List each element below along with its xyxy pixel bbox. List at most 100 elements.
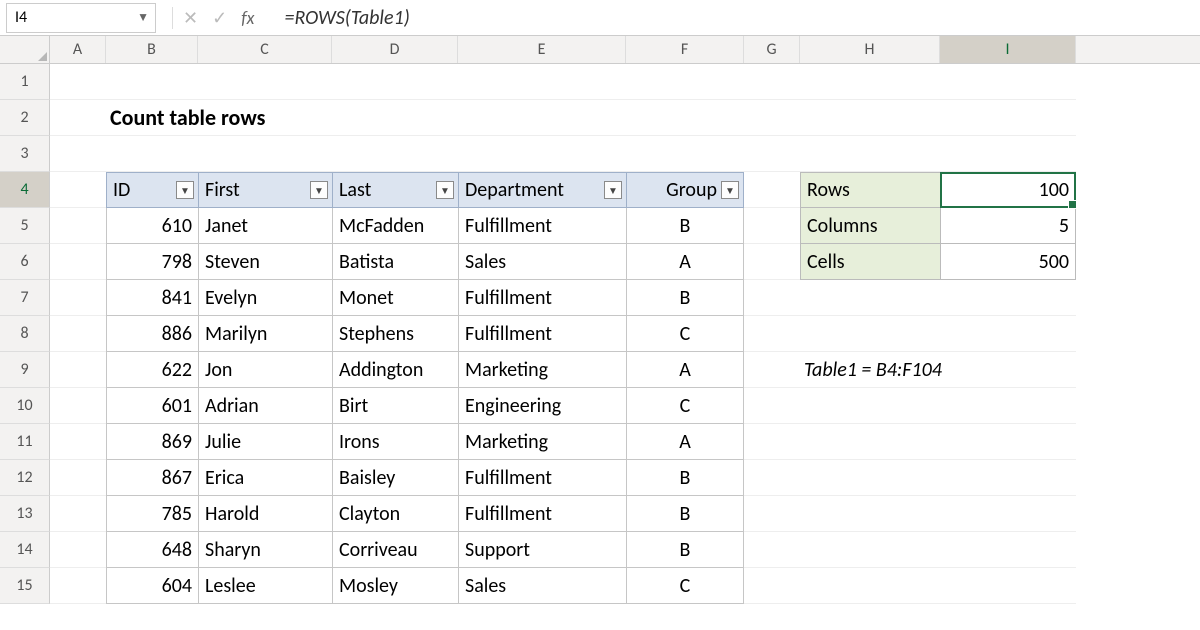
- summary-label[interactable]: Cells: [800, 244, 940, 280]
- select-all-corner[interactable]: [0, 36, 50, 63]
- row-header[interactable]: 1: [0, 64, 50, 100]
- cell[interactable]: [744, 424, 800, 460]
- cell[interactable]: [800, 316, 940, 352]
- table-cell[interactable]: 867: [106, 460, 198, 496]
- table-cell[interactable]: C: [626, 316, 744, 352]
- table-cell[interactable]: Sales: [458, 568, 626, 604]
- filter-dropdown-icon[interactable]: ▼: [436, 181, 454, 199]
- col-header-E[interactable]: E: [458, 36, 626, 63]
- row-header[interactable]: 12: [0, 460, 50, 496]
- table-cell[interactable]: Harold: [198, 496, 332, 532]
- col-header-F[interactable]: F: [626, 36, 744, 63]
- cell[interactable]: [744, 532, 800, 568]
- cell[interactable]: [50, 316, 106, 352]
- cell[interactable]: [940, 532, 1076, 568]
- table-cell[interactable]: Jon: [198, 352, 332, 388]
- col-header-A[interactable]: A: [50, 36, 106, 63]
- cell[interactable]: [458, 136, 626, 172]
- cell[interactable]: [744, 136, 800, 172]
- table-cell[interactable]: Baisley: [332, 460, 458, 496]
- cell[interactable]: [800, 280, 940, 316]
- cell[interactable]: [50, 172, 106, 208]
- table-cell[interactable]: B: [626, 532, 744, 568]
- cell[interactable]: [940, 64, 1076, 100]
- cell[interactable]: [332, 136, 458, 172]
- table-cell[interactable]: Sales: [458, 244, 626, 280]
- cell[interactable]: [940, 280, 1076, 316]
- row-header[interactable]: 7: [0, 280, 50, 316]
- cell[interactable]: [800, 460, 940, 496]
- row-header[interactable]: 10: [0, 388, 50, 424]
- table-cell[interactable]: Clayton: [332, 496, 458, 532]
- table-cell[interactable]: 648: [106, 532, 198, 568]
- table-header-group[interactable]: Group▼: [626, 172, 744, 208]
- row-header[interactable]: 8: [0, 316, 50, 352]
- cell[interactable]: [458, 64, 626, 100]
- table-cell[interactable]: Engineering: [458, 388, 626, 424]
- table-cell[interactable]: A: [626, 352, 744, 388]
- cell[interactable]: [744, 388, 800, 424]
- cell[interactable]: [800, 100, 940, 136]
- cell[interactable]: [50, 532, 106, 568]
- col-header-I[interactable]: I: [940, 36, 1076, 63]
- cell[interactable]: [744, 100, 800, 136]
- table-cell[interactable]: Fulfillment: [458, 316, 626, 352]
- table-cell[interactable]: Evelyn: [198, 280, 332, 316]
- fx-icon[interactable]: fx: [241, 7, 254, 29]
- table-cell[interactable]: Batista: [332, 244, 458, 280]
- cell[interactable]: [50, 460, 106, 496]
- cell[interactable]: [744, 568, 800, 604]
- table-cell[interactable]: Addington: [332, 352, 458, 388]
- cell[interactable]: [940, 460, 1076, 496]
- cell[interactable]: [50, 388, 106, 424]
- table-cell[interactable]: B: [626, 208, 744, 244]
- cell[interactable]: [800, 136, 940, 172]
- cell[interactable]: [940, 316, 1076, 352]
- table-cell[interactable]: Mosley: [332, 568, 458, 604]
- table-cell[interactable]: Marilyn: [198, 316, 332, 352]
- table-cell[interactable]: C: [626, 388, 744, 424]
- summary-value[interactable]: 500: [940, 244, 1076, 280]
- row-header[interactable]: 15: [0, 568, 50, 604]
- table-cell[interactable]: 785: [106, 496, 198, 532]
- cell[interactable]: [50, 244, 106, 280]
- cell[interactable]: [50, 352, 106, 388]
- table-cell[interactable]: Stephens: [332, 316, 458, 352]
- summary-label[interactable]: Columns: [800, 208, 940, 244]
- table-cell[interactable]: Fulfillment: [458, 460, 626, 496]
- table-cell[interactable]: Julie: [198, 424, 332, 460]
- row-header[interactable]: 14: [0, 532, 50, 568]
- cell[interactable]: [744, 172, 800, 208]
- table-cell[interactable]: B: [626, 460, 744, 496]
- cell[interactable]: [744, 280, 800, 316]
- row-header[interactable]: 6: [0, 244, 50, 280]
- cell[interactable]: [198, 64, 332, 100]
- table-cell[interactable]: 601: [106, 388, 198, 424]
- col-header-D[interactable]: D: [332, 36, 458, 63]
- table-cell[interactable]: McFadden: [332, 208, 458, 244]
- col-header-H[interactable]: H: [800, 36, 940, 63]
- cell[interactable]: [940, 388, 1076, 424]
- cell[interactable]: [800, 64, 940, 100]
- name-box[interactable]: I4 ▼: [6, 3, 156, 33]
- table-cell[interactable]: 841: [106, 280, 198, 316]
- table-cell[interactable]: Monet: [332, 280, 458, 316]
- filter-dropdown-icon[interactable]: ▼: [176, 181, 194, 199]
- summary-value[interactable]: 5: [940, 208, 1076, 244]
- table-header-last[interactable]: Last▼: [332, 172, 458, 208]
- col-header-G[interactable]: G: [744, 36, 800, 63]
- cell[interactable]: [744, 460, 800, 496]
- filter-dropdown-icon[interactable]: ▼: [604, 181, 622, 199]
- chevron-down-icon[interactable]: ▼: [137, 10, 149, 25]
- table-cell[interactable]: C: [626, 568, 744, 604]
- table-cell[interactable]: 604: [106, 568, 198, 604]
- table-cell[interactable]: 798: [106, 244, 198, 280]
- table-cell[interactable]: Janet: [198, 208, 332, 244]
- cell[interactable]: [800, 496, 940, 532]
- table-cell[interactable]: Leslee: [198, 568, 332, 604]
- col-header-B[interactable]: B: [106, 36, 198, 63]
- cell[interactable]: [940, 424, 1076, 460]
- table-cell[interactable]: Support: [458, 532, 626, 568]
- table-cell[interactable]: B: [626, 496, 744, 532]
- table-header-department[interactable]: Department▼: [458, 172, 626, 208]
